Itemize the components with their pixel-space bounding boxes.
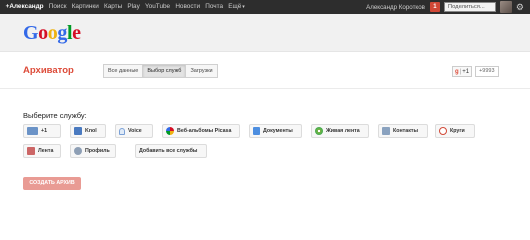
nav-maps[interactable]: Карты: [101, 0, 124, 14]
plus-one-widget: g | +1 +9993: [452, 66, 499, 77]
circles-icon: [439, 127, 447, 135]
nav-play[interactable]: Play: [125, 0, 143, 14]
share-box[interactable]: Поделиться...: [443, 2, 496, 12]
page-title: Архиватор: [23, 65, 74, 76]
notifications-badge[interactable]: 1: [429, 2, 440, 12]
avatar[interactable]: [499, 1, 512, 13]
docs-icon: [253, 127, 260, 135]
service-label: Voice: [128, 128, 142, 134]
stream-icon: [27, 147, 35, 155]
buzz-icon: [315, 127, 323, 135]
tab-all-data[interactable]: Все данные: [103, 64, 144, 78]
voice-icon: [119, 127, 125, 135]
service-buzz[interactable]: Живая лента: [311, 124, 369, 138]
view-tabs: Все данные Выбор служб Загрузки: [103, 64, 218, 78]
profile-icon: [74, 147, 82, 155]
nav-youtube[interactable]: YouTube: [142, 0, 172, 14]
add-all-services-button[interactable]: Добавить все службы: [135, 144, 207, 158]
nav-more-label: Ещё: [228, 3, 242, 10]
service-circles[interactable]: Круги: [435, 124, 475, 138]
chevron-down-icon: ▾: [242, 4, 245, 10]
service-label: Веб-альбомы Picasa: [177, 128, 232, 134]
service-label: Контакты: [393, 128, 418, 134]
service-label: Документы: [263, 128, 293, 134]
account-area: Александр Коротков 1 Поделиться... ⚙: [366, 0, 524, 14]
top-nav: +Александр Поиск Картинки Карты Play You…: [0, 0, 247, 14]
choose-services-label: Выберите службу:: [23, 111, 87, 120]
service-picasa[interactable]: Веб-альбомы Picasa: [162, 124, 240, 138]
plus-one-icon: [27, 127, 38, 135]
service-profile[interactable]: Профиль: [70, 144, 116, 158]
contacts-icon: [382, 127, 390, 135]
service-label: Круги: [450, 128, 465, 134]
tab-downloads[interactable]: Загрузки: [185, 64, 218, 78]
service-label: Knol: [85, 128, 97, 134]
service-stream[interactable]: Лента: [23, 144, 61, 158]
nav-news[interactable]: Новости: [173, 0, 203, 14]
knol-icon: [74, 127, 82, 135]
nav-plus-profile[interactable]: +Александр: [3, 0, 46, 14]
service-contacts[interactable]: Контакты: [378, 124, 428, 138]
google-logo[interactable]: Google: [23, 22, 81, 45]
create-archive-button[interactable]: СОЗДАТЬ АРХИВ: [23, 177, 81, 190]
top-bar: +Александр Поиск Картинки Карты Play You…: [0, 0, 530, 14]
tab-choose-services[interactable]: Выбор служб: [142, 64, 187, 78]
plus-one-button[interactable]: g | +1: [452, 66, 473, 77]
service-label: Профиль: [85, 148, 110, 154]
picasa-icon: [166, 127, 174, 135]
nav-more[interactable]: Ещё▾: [226, 0, 248, 14]
gear-icon[interactable]: ⚙: [516, 0, 524, 14]
user-name-link[interactable]: Александр Коротков: [366, 4, 425, 11]
service-knol[interactable]: Knol: [70, 124, 106, 138]
service-label: Лента: [38, 148, 54, 154]
gplus-icon: g: [455, 68, 459, 75]
service-label: Добавить все службы: [139, 148, 198, 154]
nav-search[interactable]: Поиск: [46, 0, 69, 14]
nav-mail[interactable]: Почта: [203, 0, 226, 14]
nav-images[interactable]: Картинки: [69, 0, 101, 14]
plus-one-count: +9993: [475, 66, 499, 77]
service-docs[interactable]: Документы: [249, 124, 302, 138]
service-plus-one[interactable]: +1: [23, 124, 61, 138]
plus-one-label: +1: [462, 68, 470, 75]
service-label: +1: [41, 128, 48, 134]
header-divider: [0, 88, 530, 89]
service-label: Живая лента: [326, 128, 360, 134]
service-voice[interactable]: Voice: [115, 124, 153, 138]
logo-band: Google: [0, 14, 530, 52]
